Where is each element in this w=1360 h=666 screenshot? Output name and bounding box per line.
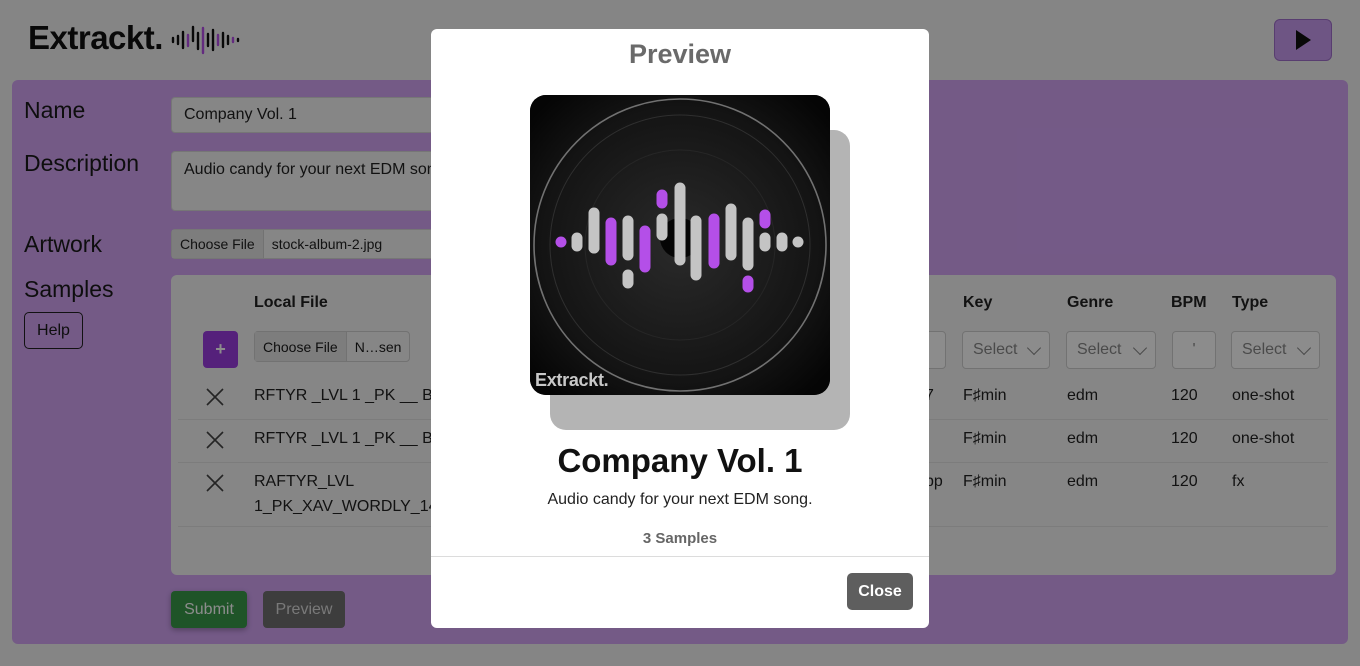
album-title: Company Vol. 1 [557,442,803,479]
modal-title: Preview [628,39,732,69]
modal-divider [431,556,929,557]
sample-count: 3 Samples [642,530,718,547]
artwork-brand-text: Extrackt. [535,370,609,390]
album-artwork: Extrackt. [530,95,830,395]
album-description: Audio candy for your next EDM song. [547,491,813,508]
album-artwork-image [530,95,830,395]
preview-modal: Preview Extrackt. Company Vol. 1 Audio c… [431,29,929,628]
close-button[interactable]: Close [847,573,913,610]
